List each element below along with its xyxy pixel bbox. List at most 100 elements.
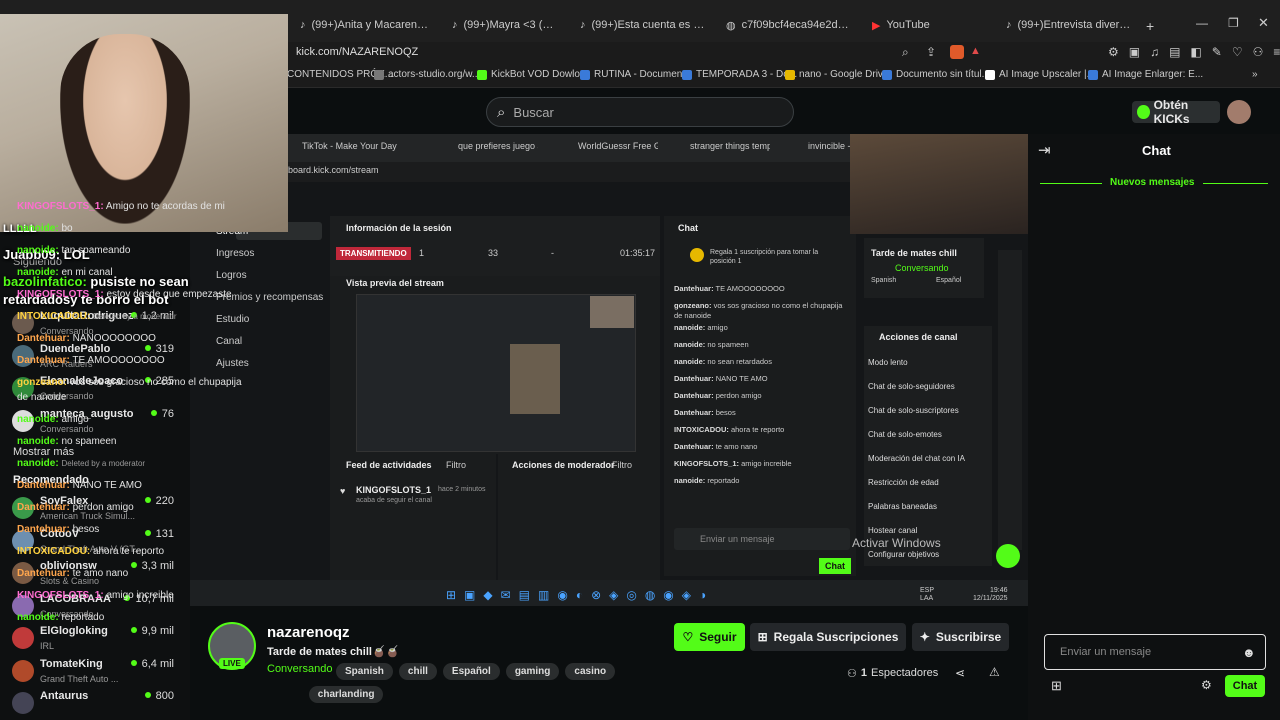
sidebar-channel[interactable]: ElGlogloking IRL 9,9 mil <box>12 625 188 655</box>
search-input[interactable]: ⌕ Buscar <box>486 97 794 127</box>
bookmark[interactable]: AI Image Enlarger: E... <box>1088 69 1203 80</box>
preview-webcam <box>590 296 634 328</box>
streamer-name[interactable]: nazarenoqz <box>267 624 350 641</box>
chat-username[interactable]: nanoide: <box>17 223 59 234</box>
bookmark[interactable]: Documento sin títul... <box>882 69 990 80</box>
share-icon[interactable]: ⋖ <box>955 666 965 680</box>
inner-chat-text: NANO TE AMO <box>715 374 768 383</box>
bookmark[interactable]: KickBot VOD Dowlo... <box>477 69 588 80</box>
bookmark[interactable]: nano - Google Drive <box>785 69 889 80</box>
inner-chat-text: te amo nano <box>715 442 758 451</box>
user-avatar[interactable] <box>1227 100 1251 124</box>
follow-button[interactable]: ♡ Seguir <box>674 623 745 651</box>
report-icon[interactable]: ⚠ <box>989 665 1000 679</box>
gift-icon: ⊞ <box>757 630 768 644</box>
stream-category[interactable]: Conversando <box>267 663 332 675</box>
tag[interactable]: Español <box>442 663 500 680</box>
get-kicks-button[interactable]: Obtén KICKs <box>1132 98 1220 126</box>
extensions-icon[interactable]: ⚙▣♫▤◧✎♡⚇≡ <box>1108 45 1280 59</box>
stream-player[interactable]: TikTok - Make Your Day que prefieres jue… <box>190 134 1028 584</box>
new-tab-icon[interactable]: + <box>1146 18 1154 34</box>
chat-username[interactable]: KINGOFSLOTS_1: <box>17 289 104 300</box>
chat-username[interactable]: nanoide: <box>17 414 59 425</box>
chat-username[interactable]: nanoide: <box>17 245 59 256</box>
more-bookmarks-icon[interactable]: » <box>1252 69 1258 80</box>
chat-input-placeholder: Enviar un mensaje <box>1060 646 1152 658</box>
chat-username[interactable]: nanoide: <box>17 612 59 623</box>
url-field[interactable]: kick.com/NAZARENOQZ <box>296 46 418 58</box>
chat-username[interactable]: INTOXICADOU: <box>17 311 90 322</box>
chat-send-button[interactable]: Chat <box>1225 675 1265 697</box>
emoji-icon[interactable]: ☻ <box>1242 645 1256 660</box>
inner-chat-text: perdon amigo <box>715 391 762 400</box>
bookmark[interactable]: RUTINA - Documen... <box>580 69 691 80</box>
browser-tab[interactable]: ◍c7f09bcf4eca94e2d96c863557 <box>716 8 862 42</box>
bookmark[interactable]: actors-studio.org/w... <box>374 69 480 80</box>
tag[interactable]: charlanding <box>308 686 384 703</box>
bookmark[interactable]: AI Image Upscaler |... <box>985 69 1095 80</box>
chat-text: Deleted by a moderator <box>92 312 177 321</box>
chat-username[interactable]: Dantehuar: <box>17 568 70 579</box>
rewards-icon[interactable]: ▲ <box>970 45 981 57</box>
chat-username[interactable]: nanoide: <box>17 436 59 447</box>
chat-settings-icon[interactable]: ⚙ <box>1201 678 1212 692</box>
gift-icon <box>690 248 704 262</box>
chat-username[interactable]: Dantehuar: <box>17 355 70 366</box>
inner-chat-user: Dantehuar: <box>674 374 714 383</box>
heart-icon: ♡ <box>682 630 694 644</box>
zoom-icon[interactable]: ⌕ <box>902 45 909 60</box>
chat-username[interactable]: nanoide: <box>17 267 59 278</box>
stat-1: 1 <box>419 248 425 258</box>
channel-action: Hostear canal <box>868 526 918 535</box>
tag[interactable]: casino <box>565 663 616 680</box>
collapse-chat-icon[interactable]: ⇥ <box>1038 141 1051 159</box>
channel-action: Chat de solo-suscriptores <box>868 406 959 415</box>
sidebar-channel[interactable]: Antaurus 800 <box>12 690 188 720</box>
mod-actions-panel <box>498 454 660 584</box>
chat-username[interactable]: KINGOFSLOTS_1: <box>17 201 104 212</box>
bookmark[interactable]: TEMPORADA 3 - Do... <box>682 69 797 80</box>
chat-username[interactable]: Dantehuar: <box>17 502 70 513</box>
chat-username[interactable]: nanoide: <box>17 458 59 469</box>
taskbar-apps-icon: ⊞▣◆✉▤▥◉◐⊗◈◎◍◉◈◑ <box>446 588 715 602</box>
inner-chat-user: KINGOFSLOTS_1: <box>674 459 740 468</box>
gift-subs-button[interactable]: ⊞ Regala Suscripciones <box>750 623 906 651</box>
browser-tab[interactable]: ♪(99+)Entrevista divertida en Á <box>996 8 1142 42</box>
restore-icon[interactable]: ❐ <box>1228 16 1239 30</box>
tag[interactable]: gaming <box>505 663 560 680</box>
tag[interactable]: chill <box>398 663 437 680</box>
heart-icon: ♥ <box>340 486 346 496</box>
subscribe-button[interactable]: ✦ Suscribirse <box>912 623 1009 651</box>
chat-username[interactable]: KINGOFSLOTS_1: <box>17 590 104 601</box>
chat-message: Dantehuar: te amo nano <box>17 566 242 581</box>
browser-tab[interactable]: ▶ YouTube <box>862 8 996 42</box>
browser-tab[interactable]: ♪(99+)Mayra <3 (@mayyy.farias <box>442 8 570 42</box>
chat-text: no spameen <box>61 436 117 447</box>
channel-action: Moderación del chat con IA <box>868 454 965 463</box>
chat-username[interactable]: INTOXICADOU: <box>17 546 90 557</box>
close-icon[interactable]: ✕ <box>1258 15 1269 31</box>
chat-username[interactable]: gonzeano: <box>17 377 67 388</box>
live-status-badge: TRANSMITIENDO <box>336 247 411 260</box>
inner-chat-text: reportado <box>707 476 740 485</box>
chat-text: TE AMOOOOOOOO <box>72 355 165 366</box>
share-icon[interactable]: ⇪ <box>926 45 936 59</box>
session-title: Información de la sesión <box>346 223 452 233</box>
browser-tab[interactable]: ♪(99+)Anita y Macarena: Respu <box>290 8 442 42</box>
inner-tab: WorldGuessr Free GeoGu <box>578 141 658 151</box>
taskbar-date: 12/11/2025 <box>973 595 1008 602</box>
brave-icon[interactable] <box>950 45 964 59</box>
stream-card-tags: Español <box>936 277 962 284</box>
tag[interactable]: Spanish <box>336 663 393 680</box>
minimize-icon[interactable]: — <box>1196 16 1208 30</box>
chat-username[interactable]: Dantehuar: <box>17 333 70 344</box>
chat-text: ahora te reporto <box>92 546 165 557</box>
viewer-count: 9,9 mil <box>131 625 174 637</box>
chat-message: nanoide: amigo <box>17 412 242 427</box>
browser-tab[interactable]: ♪(99+)Esta cuenta es privada. S <box>570 8 716 42</box>
sidebar-channel[interactable]: TomateKing Grand Theft Auto ... 6,4 mil <box>12 658 188 688</box>
gift-icon[interactable]: ⊞ <box>1051 678 1062 694</box>
activate-windows-text: Activar Windows <box>852 536 941 550</box>
chat-username[interactable]: Dantehuar: <box>17 480 70 491</box>
chat-username[interactable]: Dantehuar: <box>17 524 70 535</box>
